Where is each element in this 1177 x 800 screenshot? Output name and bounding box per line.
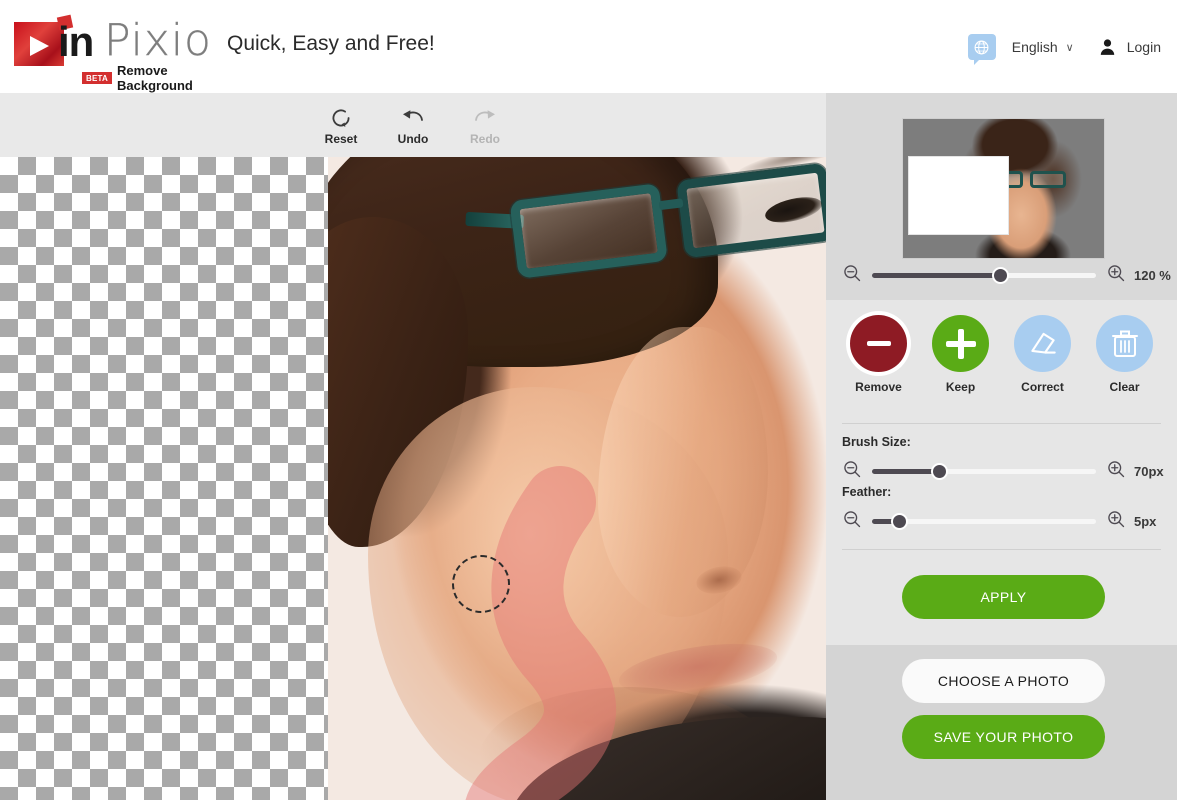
brush-size-label: Brush Size: bbox=[842, 435, 911, 449]
logo-square-icon bbox=[14, 22, 64, 66]
divider-bottom bbox=[842, 549, 1161, 550]
photo-layer bbox=[0, 157, 826, 800]
image-canvas[interactable] bbox=[0, 157, 826, 800]
cutout-edge bbox=[638, 157, 668, 800]
preview-viewport-rect[interactable] bbox=[908, 156, 1009, 235]
brush-size-slider-fill bbox=[872, 469, 940, 474]
redo-button[interactable]: Redo bbox=[458, 105, 512, 146]
feather-slider-thumb[interactable] bbox=[890, 513, 908, 530]
image-preview-thumbnail[interactable] bbox=[902, 118, 1105, 259]
tools-panel: 120 % Remove Keep Correct Clear Brush Si… bbox=[826, 93, 1177, 800]
play-triangle-icon bbox=[30, 36, 49, 56]
feather-label: Feather: bbox=[842, 485, 892, 499]
zoom-out-icon[interactable] bbox=[842, 263, 862, 288]
zoom-slider-track[interactable] bbox=[872, 267, 1096, 284]
edit-tools-row: Remove Keep Correct Clear bbox=[826, 315, 1177, 394]
logo-text-in: in bbox=[58, 18, 94, 65]
logo-subtitle: Remove Background bbox=[116, 63, 193, 93]
remove-tool-button[interactable]: Remove bbox=[849, 315, 909, 394]
correct-tool-label: Correct bbox=[1021, 380, 1064, 394]
brush-cursor bbox=[452, 555, 510, 613]
brush-size-decrease-icon[interactable] bbox=[842, 459, 862, 484]
zoom-slider-thumb[interactable] bbox=[991, 267, 1009, 284]
feather-decrease-icon[interactable] bbox=[842, 509, 862, 534]
eraser-icon bbox=[1030, 332, 1056, 354]
preview-lens-right bbox=[1030, 171, 1066, 188]
keep-tool-button[interactable]: Keep bbox=[931, 315, 991, 394]
inpixio-logo[interactable]: in Pixio BETA Remove Background bbox=[14, 14, 214, 93]
plus-icon bbox=[945, 328, 976, 359]
feather-slider-row: 5px bbox=[842, 509, 1177, 534]
zoom-slider-fill bbox=[872, 273, 1000, 278]
feather-slider-track[interactable] bbox=[872, 513, 1096, 530]
feather-value: 5px bbox=[1134, 514, 1157, 529]
login-label[interactable]: Login bbox=[1127, 39, 1161, 55]
editor-toolbar: Reset Undo Redo bbox=[0, 93, 826, 157]
language-label[interactable]: English bbox=[1012, 39, 1058, 55]
undo-button[interactable]: Undo bbox=[386, 105, 440, 146]
app-header: in Pixio BETA Remove Background Quick, E… bbox=[0, 0, 1177, 93]
correct-tool-button[interactable]: Correct bbox=[1013, 315, 1073, 394]
logo-subtitle-group: BETA Remove Background bbox=[82, 63, 214, 93]
reset-button[interactable]: Reset bbox=[314, 105, 368, 146]
brush-size-value: 70px bbox=[1134, 464, 1164, 479]
keep-tool-circle[interactable] bbox=[932, 315, 989, 372]
user-icon[interactable] bbox=[1098, 37, 1117, 57]
beta-badge: BETA bbox=[82, 72, 112, 84]
globe-icon[interactable] bbox=[967, 34, 996, 65]
zoom-slider-row: 120 % bbox=[842, 263, 1177, 288]
trash-icon bbox=[1111, 330, 1138, 357]
brush-size-increase-icon[interactable] bbox=[1106, 459, 1126, 484]
zoom-value: 120 % bbox=[1134, 268, 1171, 283]
tagline: Quick, Easy and Free! bbox=[227, 32, 435, 55]
clear-tool-label: Clear bbox=[1109, 380, 1140, 394]
keep-tool-label: Keep bbox=[945, 380, 976, 394]
brush-size-slider-track[interactable] bbox=[872, 463, 1096, 480]
clear-tool-button[interactable]: Clear bbox=[1095, 315, 1155, 394]
redo-icon bbox=[475, 109, 495, 121]
chevron-down-icon[interactable]: ∨ bbox=[1066, 41, 1074, 54]
apply-button[interactable]: APPLY bbox=[902, 575, 1105, 619]
remove-tool-circle[interactable] bbox=[850, 315, 907, 372]
zoom-in-icon[interactable] bbox=[1106, 263, 1126, 288]
undo-label: Undo bbox=[397, 131, 429, 146]
remove-tool-label: Remove bbox=[855, 380, 902, 394]
feather-increase-icon[interactable] bbox=[1106, 509, 1126, 534]
divider-top bbox=[842, 423, 1161, 424]
reset-label: Reset bbox=[324, 131, 358, 146]
brush-size-slider-thumb[interactable] bbox=[931, 463, 949, 480]
clear-tool-circle[interactable] bbox=[1096, 315, 1153, 372]
undo-icon bbox=[403, 109, 423, 121]
redo-label: Redo bbox=[470, 131, 500, 146]
save-photo-button[interactable]: SAVE YOUR PHOTO bbox=[902, 715, 1105, 759]
brush-size-slider-row: 70px bbox=[842, 459, 1177, 484]
minus-icon bbox=[866, 341, 891, 346]
subject-photo bbox=[328, 157, 826, 800]
correct-tool-circle[interactable] bbox=[1014, 315, 1071, 372]
reset-icon bbox=[332, 108, 350, 127]
logo-text-pixio: Pixio bbox=[104, 15, 212, 66]
header-actions: English ∨ Login bbox=[967, 30, 1161, 65]
choose-photo-button[interactable]: CHOOSE A PHOTO bbox=[902, 659, 1105, 703]
